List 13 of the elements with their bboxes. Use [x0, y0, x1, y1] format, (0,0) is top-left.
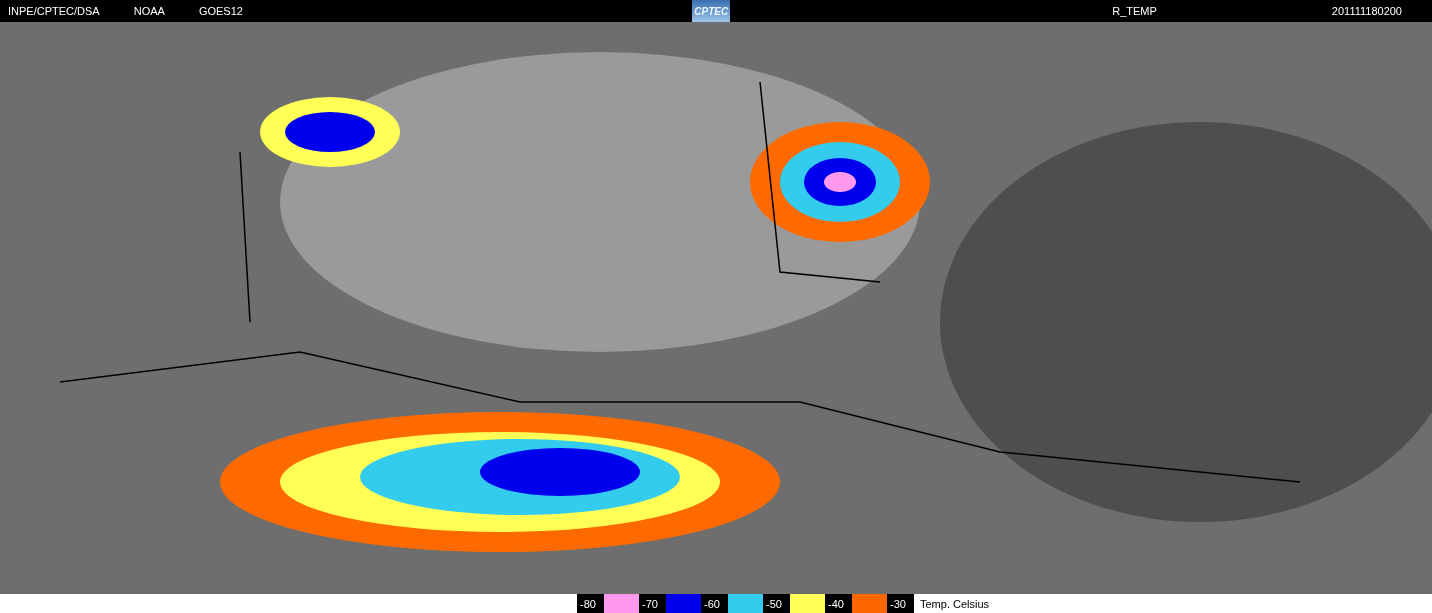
header-label: GOES12 — [198, 5, 243, 17]
timestamp: 201111180200 — [1331, 5, 1402, 17]
legend-label: -30 — [887, 594, 914, 613]
header-label: NOAA — [133, 5, 165, 17]
legend-label: -70 — [639, 594, 666, 613]
legend-unit: Temp. Celsius — [919, 596, 990, 612]
product-label: R_TEMP — [1112, 5, 1157, 17]
legend-label: -80 — [577, 594, 604, 613]
header-label: INPE/CPTEC/DSA — [8, 5, 100, 17]
legend-label: -40 — [825, 594, 852, 613]
logo: CPTEC — [692, 0, 731, 22]
legend-label: -60 — [701, 594, 728, 613]
legend-label: -50 — [763, 594, 790, 613]
